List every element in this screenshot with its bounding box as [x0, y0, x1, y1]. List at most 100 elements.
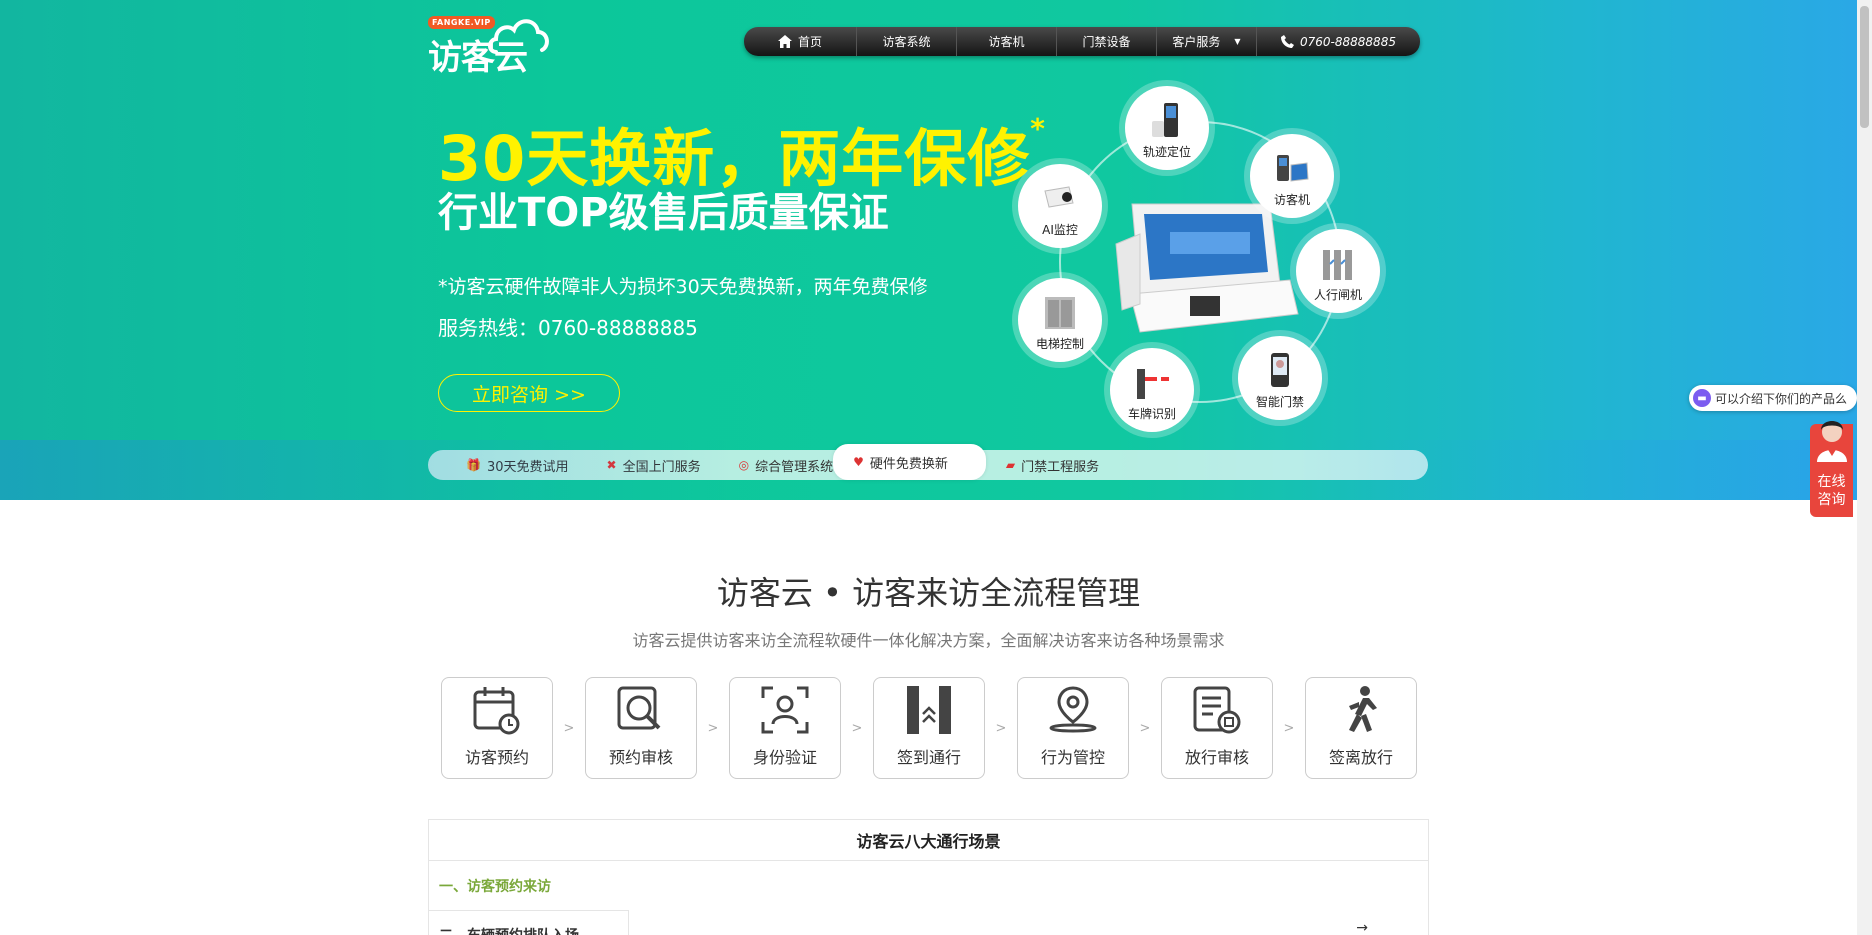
feature-bar: 🎁 30天免费试用 ✖ 全国上门服务 ◎ 综合管理系统 ♥ 硬件免费换新 ▰ 门…: [428, 444, 1428, 480]
nav-visitor-machine[interactable]: 访客机: [957, 27, 1057, 56]
walking-person-icon: [1349, 686, 1377, 732]
feature-access-engineering[interactable]: ▰ 门禁工程服务: [986, 450, 1099, 480]
feature-access-engineering-label: 门禁工程服务: [1021, 459, 1100, 475]
scene-tab-2[interactable]: 二、车辆预约排队入场: [429, 910, 629, 935]
nav-phone[interactable]: 0760-88888885: [1257, 27, 1420, 56]
node-turnstile-label: 人行闸机: [1313, 288, 1362, 302]
step-behavior-control-label: 行为管控: [1040, 748, 1105, 767]
node-smart-access[interactable]: 智能门禁: [1238, 336, 1322, 420]
hero-banner: FANGKE.VIP 访客云 首页 访客系统 访客机 门禁设备 客户服务 ▼ 0…: [0, 0, 1857, 500]
chat-icon: ▬: [1693, 389, 1711, 407]
page-scrollbar[interactable]: [1857, 0, 1872, 935]
scene-item-1[interactable]: 一、访客预约来访: [439, 876, 551, 896]
nav-visitor-machine-label: 访客机: [988, 35, 1025, 49]
node-visitor-machine[interactable]: 访客机: [1250, 134, 1334, 218]
nav-phone-label: 0760-88888885: [1300, 34, 1396, 49]
feature-onsite-service-label: 全国上门服务: [622, 459, 701, 475]
step-behavior-control[interactable]: 行为管控: [1017, 677, 1129, 779]
nav-home[interactable]: 首页: [744, 27, 857, 56]
step-identity-verify-label: 身份验证: [752, 748, 817, 767]
step-separator: >: [851, 720, 863, 736]
gift-icon: 🎁: [466, 458, 481, 472]
logo[interactable]: FANGKE.VIP 访客云: [428, 12, 550, 78]
face-terminal-icon: [1271, 353, 1289, 387]
device-ring: 轨迹定位 访客机 人行闸机 智能门禁 车牌识别 电梯控制 AI监控: [1010, 86, 1390, 436]
feature-onsite-service[interactable]: ✖ 全国上门服务: [569, 450, 701, 480]
node-turnstile[interactable]: 人行闸机: [1296, 229, 1380, 313]
home-icon: [777, 35, 792, 48]
agent-avatar: [1817, 421, 1847, 462]
location-pin-icon: [1049, 686, 1097, 733]
step-separator: >: [563, 720, 575, 736]
step-checkin-pass-label: 签到通行: [896, 748, 961, 767]
node-plate-recognition[interactable]: 车牌识别: [1110, 348, 1194, 432]
step-separator: >: [1139, 720, 1151, 736]
node-track-location-label: 轨迹定位: [1142, 145, 1191, 159]
node-elevator-control[interactable]: 电梯控制: [1018, 278, 1102, 362]
nav-access-device-label: 门禁设备: [1082, 35, 1131, 49]
step-booking-review[interactable]: 预约审核: [585, 677, 697, 779]
gate-icon: [907, 686, 951, 734]
visitor-machine-icon: [1277, 155, 1309, 182]
chat-prompt-bubble[interactable]: ▬ 可以介绍下你们的产品么: [1689, 385, 1858, 411]
tools-icon: ✖: [606, 458, 617, 472]
lifebuoy-icon: ◎: [738, 458, 750, 472]
nav-visitor-system[interactable]: 访客系统: [857, 27, 957, 56]
elevator-icon: [1045, 297, 1075, 329]
step-separator: >: [995, 720, 1007, 736]
feature-management-system-label: 综合管理系统: [755, 459, 834, 475]
step-checkin-pass[interactable]: 签到通行: [873, 677, 985, 779]
caret-down-icon: ▼: [1234, 37, 1241, 46]
logo-text: 访客云: [428, 38, 528, 78]
step-checkout-release-label: 签离放行: [1328, 748, 1393, 767]
online-consult-label-line1: 在线: [1817, 474, 1846, 490]
step-release-review[interactable]: 放行审核: [1161, 677, 1273, 779]
feature-management-system[interactable]: ◎ 综合管理系统: [701, 450, 834, 480]
online-consult-button[interactable]: 在线 咨询: [1810, 421, 1853, 517]
search-review-icon: [617, 686, 661, 730]
feature-hardware-replace[interactable]: ♥ 硬件免费换新: [833, 444, 986, 480]
consult-now-button[interactable]: 立即咨询 >>: [438, 374, 620, 412]
document-approve-icon: [1193, 686, 1241, 734]
scenes-title: 访客云八大通行场景: [429, 820, 1428, 861]
heart-icon: ♥: [853, 455, 864, 469]
step-checkout-release[interactable]: 签离放行: [1305, 677, 1417, 779]
node-plate-recognition-label: 车牌识别: [1127, 407, 1176, 421]
headline-secondary: 行业TOP级售后质量保证: [438, 190, 889, 236]
nav-access-device[interactable]: 门禁设备: [1057, 27, 1157, 56]
step-visitor-booking[interactable]: 访客预约: [441, 677, 553, 779]
node-ai-monitor-label: AI监控: [1042, 223, 1078, 237]
node-elevator-control-label: 电梯控制: [1035, 337, 1084, 351]
node-visitor-machine-label: 访客机: [1273, 193, 1310, 207]
scenes-panel: 访客云八大通行场景 一、访客预约来访 二、车辆预约排队入场 →: [428, 819, 1429, 935]
step-separator: >: [1283, 720, 1295, 736]
briefcase-icon: ▰: [1005, 458, 1016, 472]
section-subtitle: 访客云提供访客来访全流程软硬件一体化解决方案，全面解决访客来访各种场景需求: [632, 631, 1225, 650]
step-visitor-booking-label: 访客预约: [464, 748, 529, 767]
nav-visitor-system-label: 访客系统: [882, 35, 931, 49]
kiosk-icon: [1152, 103, 1178, 137]
nav-home-label: 首页: [797, 35, 822, 49]
phone-icon: [1281, 35, 1295, 48]
node-ai-monitor[interactable]: AI监控: [1018, 164, 1102, 248]
arrow-right-icon: →: [1356, 920, 1368, 935]
node-smart-access-label: 智能门禁: [1255, 395, 1304, 409]
calendar-clock-icon: [473, 687, 520, 735]
scrollbar-thumb[interactable]: [1860, 6, 1869, 128]
chat-prompt-text: 可以介绍下你们的产品么: [1715, 391, 1848, 406]
step-release-review-label: 放行审核: [1184, 748, 1249, 767]
process-steps: 访客预约 > 预约审核 > 身份验证 > 签到通行 > 行为管控 > 放行审核 …: [441, 677, 1417, 779]
barrier-gate-icon: [1137, 369, 1169, 399]
hero-description: *访客云硬件故障非人为损坏30天免费换新，两年免费保修: [438, 276, 928, 298]
step-booking-review-label: 预约审核: [608, 748, 673, 767]
hero-hotline: 服务热线：0760-88888885: [438, 316, 698, 340]
feature-hardware-replace-label: 硬件免费换新: [869, 456, 948, 472]
face-scan-icon: [761, 686, 809, 734]
node-track-location[interactable]: 轨迹定位: [1125, 86, 1209, 170]
nav-customer-service[interactable]: 客户服务 ▼: [1157, 27, 1257, 56]
step-identity-verify[interactable]: 身份验证: [729, 677, 841, 779]
main-nav: 首页 访客系统 访客机 门禁设备 客户服务 ▼ 0760-88888885: [744, 27, 1420, 56]
nav-customer-service-label: 客户服务: [1172, 35, 1221, 49]
feature-free-trial[interactable]: 🎁 30天免费试用: [428, 450, 569, 480]
feature-free-trial-label: 30天免费试用: [486, 459, 569, 475]
